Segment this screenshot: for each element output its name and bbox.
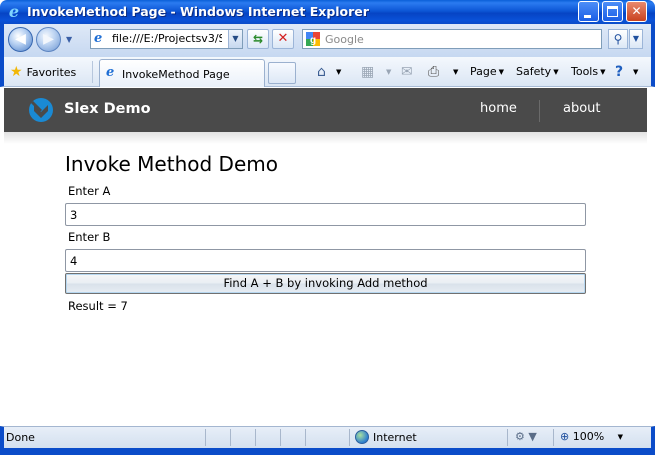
status-separator [507, 429, 508, 446]
minimize-button[interactable] [578, 1, 599, 22]
safety-menu-label: Safety [516, 65, 552, 78]
close-button[interactable]: ✕ [626, 1, 647, 22]
tools-menu-label: Tools [571, 65, 599, 78]
recent-pages-dropdown[interactable]: ▼ [66, 36, 75, 44]
favorites-button[interactable]: ★ Favorites [10, 63, 76, 81]
stop-button[interactable]: ✕ [272, 29, 294, 49]
minimize-icon [584, 15, 591, 18]
zone-label: Internet [373, 430, 417, 444]
status-separator [553, 429, 554, 446]
enter-a-label: Enter A [68, 184, 111, 198]
refresh-icon: ⇆ [252, 32, 264, 46]
help-icon[interactable]: ? [615, 63, 623, 81]
feeds-dropdown[interactable]: ▼ [386, 63, 391, 81]
page-title: Invoke Method Demo [65, 152, 278, 176]
protected-mode-icon[interactable]: ⚙ ▼ [515, 430, 537, 443]
address-dropdown-button[interactable]: ▼ [228, 30, 242, 48]
home-icon[interactable]: ⌂ [317, 63, 326, 81]
status-separator [205, 429, 206, 446]
google-icon: g [306, 32, 320, 46]
chevron-down-icon: ▼ [498, 68, 505, 76]
window-title: InvokeMethod Page - Windows Internet Exp… [27, 4, 369, 19]
print-icon[interactable]: ⎙ [428, 63, 439, 81]
star-icon: ★ [10, 64, 23, 80]
nav-divider [539, 100, 540, 122]
toolbar-separator [92, 61, 93, 83]
magnifier-icon: ⚲ [613, 32, 623, 46]
site-brand[interactable]: Slex Demo [64, 101, 151, 117]
search-options-button[interactable]: ▼ [629, 29, 643, 49]
page-icon: e [106, 65, 115, 80]
tab-invokemethod-page[interactable]: e InvokeMethod Page [99, 59, 265, 87]
feeds-icon[interactable]: ▦ [361, 63, 374, 81]
arrow-right-icon: ▶ [43, 31, 54, 47]
help-dropdown[interactable]: ▼ [633, 63, 638, 81]
maximize-icon [607, 6, 618, 17]
zoom-control[interactable]: ⊕ 100% ▼ [560, 430, 623, 443]
status-separator [230, 429, 231, 446]
new-tab-button[interactable] [268, 62, 296, 84]
svg-text:g: g [310, 35, 316, 46]
chevron-down-icon: ▼ [617, 433, 624, 441]
globe-icon [355, 430, 369, 444]
forward-button[interactable]: ▶ [36, 27, 61, 52]
enter-b-label: Enter B [68, 230, 111, 244]
safety-menu[interactable]: Safety ▼ [516, 64, 559, 80]
page-menu-label: Page [470, 65, 497, 78]
nav-link-home[interactable]: home [480, 101, 517, 116]
window-frame [0, 448, 655, 455]
input-a-field[interactable]: 3 [65, 203, 586, 226]
page-content: Slex Demo home about Invoke Method Demo … [4, 88, 647, 426]
refresh-button[interactable]: ⇆ [247, 29, 269, 49]
home-dropdown[interactable]: ▼ [336, 63, 341, 81]
page-menu[interactable]: Page ▼ [470, 64, 504, 80]
print-dropdown[interactable]: ▼ [453, 63, 458, 81]
search-button[interactable]: ⚲ [608, 29, 628, 49]
internet-explorer-icon: e [8, 2, 20, 21]
mail-icon[interactable]: ✉ [401, 63, 413, 81]
address-input[interactable]: file:///E:/Projectsv3/Sl [112, 32, 222, 45]
header-shadow [4, 132, 647, 144]
address-toolbar: ◀ ▶ ▼ e file:///E:/Projectsv3/Sl ▼ ⇆ ✕ g… [0, 24, 655, 57]
status-text: Done [6, 431, 35, 444]
arrow-left-icon: ◀ [15, 31, 26, 47]
logo-icon [28, 97, 54, 123]
chevron-down-icon: ▼ [553, 68, 559, 76]
address-bar[interactable]: e file:///E:/Projectsv3/Sl ▼ [90, 29, 243, 49]
favorites-label: Favorites [26, 65, 77, 79]
status-bar: Done Internet ⚙ ▼ ⊕ 100% ▼ [0, 426, 655, 448]
tab-label: InvokeMethod Page [122, 68, 230, 81]
status-separator [280, 429, 281, 446]
site-header: Slex Demo home about [4, 88, 647, 132]
stop-icon: ✕ [277, 31, 289, 46]
status-separator [255, 429, 256, 446]
input-b-field[interactable]: 4 [65, 249, 586, 272]
zoom-level: 100% [572, 430, 605, 443]
zoom-icon: ⊕ [560, 430, 570, 443]
invoke-add-button[interactable]: Find A + B by invoking Add method [65, 273, 586, 294]
back-button[interactable]: ◀ [8, 27, 33, 52]
result-text: Result = 7 [68, 299, 128, 313]
maximize-button[interactable] [602, 1, 623, 22]
page-icon: e [94, 31, 103, 46]
window-title-bar[interactable]: e InvokeMethod Page - Windows Internet E… [0, 0, 655, 24]
chevron-down-icon: ▼ [600, 68, 606, 76]
nav-link-about[interactable]: about [563, 101, 601, 116]
command-bar: ★ Favorites e InvokeMethod Page ⌂ ▼ ▦ ▼ … [0, 57, 655, 87]
status-separator [349, 429, 350, 446]
search-box[interactable]: g Google [302, 29, 602, 49]
search-input[interactable]: Google [325, 33, 364, 46]
security-zone[interactable]: Internet [355, 430, 417, 444]
tools-menu[interactable]: Tools ▼ [571, 64, 606, 80]
status-separator [305, 429, 306, 446]
